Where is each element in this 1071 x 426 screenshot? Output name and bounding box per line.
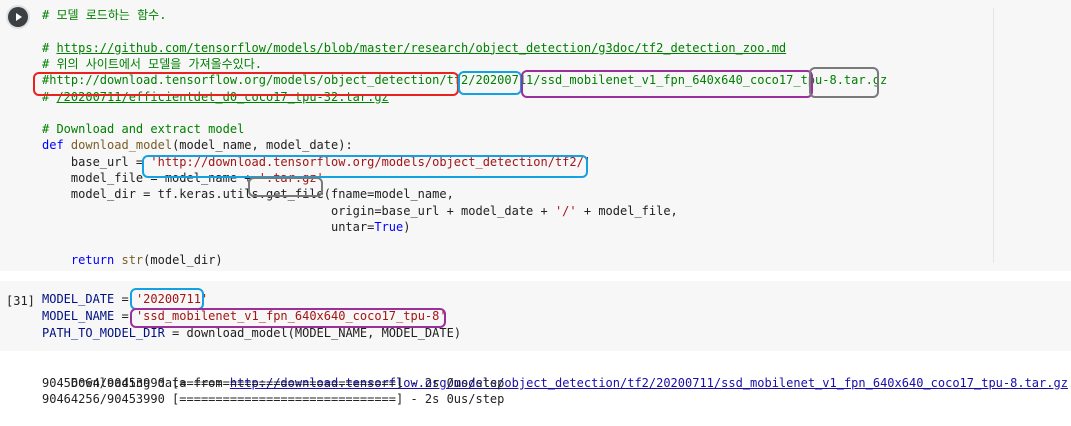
code-token: MODEL_NAME: [42, 309, 115, 323]
code-token[interactable]: /20200711/efficientdet_d0_coco17_tpu-32.…: [56, 90, 388, 104]
progress-line-2: 90464256/90453990 [=====================…: [42, 392, 505, 406]
code-token: 'http://download.tensorflow.org/models/o…: [150, 154, 592, 169]
ruler-line: [993, 8, 994, 263]
code-token: True: [374, 219, 404, 234]
code-token: # 모델 로드하는 함수.: [42, 8, 167, 22]
code-token: str: [121, 252, 144, 267]
cell2-code-line-2: MODEL_NAME = 'ssd_mobilenet_v1_fpn_640x6…: [42, 308, 447, 324]
run-cell-button[interactable]: [8, 7, 28, 27]
code-token: #: [42, 89, 57, 104]
code-token: return: [42, 252, 122, 267]
code-line-8: # Download and extract model: [42, 121, 244, 137]
code-line-13: origin=base_url + model_date + '/' + mod…: [42, 203, 678, 219]
code-token: base_url =: [42, 154, 151, 169]
code-token: =: [114, 309, 136, 323]
code-token: def: [42, 138, 71, 153]
code-token: '20200711': [135, 292, 209, 306]
code-line-11: model_file = model_name + '.tar.gz': [42, 170, 324, 186]
code-line-9: def download_model(model_name, model_dat…: [42, 137, 353, 153]
code-line-16: return str(model_dir): [42, 252, 223, 268]
code-line-4: # 위의 사이트에서 모델을 가져올수있다.: [42, 56, 262, 72]
code-token: model_file = model_name +: [42, 171, 259, 185]
code-token: + model_file,: [576, 203, 678, 218]
code-line-14: untar=True): [42, 219, 411, 235]
code-line-1: # 모델 로드하는 함수.: [42, 7, 166, 23]
cell2-code-line-1: MODEL_DATE = '20200711': [42, 291, 208, 307]
code-cell-download-model[interactable]: # 모델 로드하는 함수. # https://github.com/tensor…: [0, 0, 1071, 272]
cell2-code-line-3: PATH_TO_MODEL_DIR = download_model(MODEL…: [42, 325, 461, 341]
code-line-5: #http://download.tensorflow.org/models/o…: [42, 72, 887, 88]
code-token: download_model: [70, 138, 173, 153]
code-line-12: model_dir = tf.keras.utils.get_file(fnam…: [42, 186, 454, 202]
code-token[interactable]: https://github.com/tensorflow/models/blo…: [56, 41, 786, 55]
code-token: ): [403, 219, 411, 234]
code-editor[interactable]: # 모델 로드하는 함수. # https://github.com/tensor…: [36, 0, 1036, 271]
code-token: '/': [554, 203, 577, 218]
code-token: #http://download.tensorflow.org/models/o…: [42, 73, 888, 88]
code-token: = download_model(MODEL_NAME, MODEL_DATE): [164, 326, 462, 340]
progress-line-1: 90456064/90453990 [=====================…: [42, 376, 505, 390]
code-token: 'ssd_mobilenet_v1_fpn_640x640_coco17_tpu…: [135, 309, 447, 323]
execution-count: [31]: [6, 294, 35, 308]
download-line: Downloading data from http://download.te…: [42, 359, 1068, 390]
play-icon: [16, 13, 22, 21]
code-line-3: # https://github.com/tensorflow/models/b…: [42, 40, 786, 56]
code-token: MODEL_DATE: [42, 292, 115, 306]
code-line-6: # /20200711/efficientdet_d0_coco17_tpu-3…: [42, 89, 389, 105]
code-token: (model_name, model_date):: [172, 138, 353, 153]
code-token: untar=: [42, 219, 375, 234]
code-line-10: base_url = 'http://download.tensorflow.o…: [42, 154, 591, 170]
code-token: # 위의 사이트에서 모델을 가져올수있다.: [42, 56, 262, 71]
cell-separator: [0, 271, 1071, 281]
code-cell-model-params[interactable]: [31] MODEL_DATE = '20200711' MODEL_NAME =…: [0, 281, 1071, 351]
code-token: origin=base_url + model_date +: [42, 203, 555, 218]
code-token: =: [114, 292, 136, 306]
code-token: (model_dir): [143, 252, 223, 267]
code-token: model_dir = tf.keras.utils.get_file(fnam…: [42, 187, 454, 202]
code-token: #: [42, 40, 57, 55]
code-token: # Download and extract model: [42, 122, 245, 137]
code-token: '.tar.gz': [258, 171, 324, 185]
code-token: PATH_TO_MODEL_DIR: [42, 326, 165, 340]
